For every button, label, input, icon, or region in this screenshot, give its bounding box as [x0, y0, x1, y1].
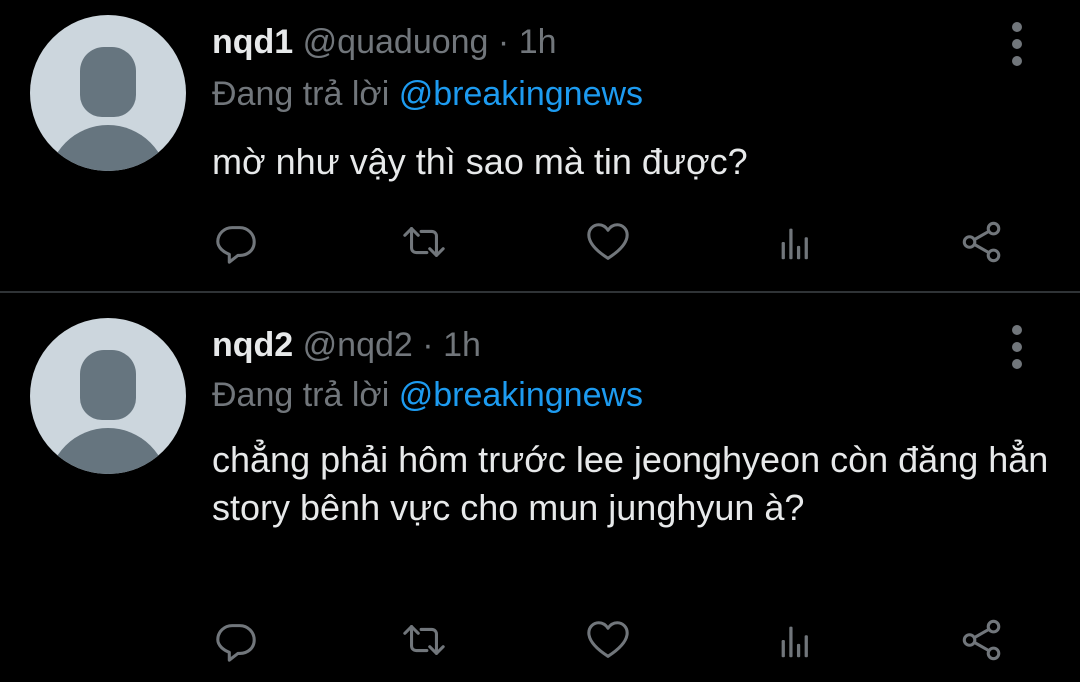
tweet[interactable]: nqd2 @nqd2 · 1h Đang trả lời @breakingne… [0, 293, 1080, 682]
more-options-icon[interactable] [1006, 22, 1028, 66]
tweet-header: nqd2 @nqd2 · 1h [212, 323, 481, 367]
views-button[interactable] [772, 615, 820, 665]
avatar-head [80, 350, 136, 420]
replying-to: Đang trả lời @breakingnews [212, 72, 643, 116]
tweet-header: nqd1 @quaduong · 1h [212, 20, 557, 64]
like-button[interactable] [584, 217, 632, 267]
avatar[interactable] [30, 318, 186, 474]
more-options-icon[interactable] [1006, 325, 1028, 369]
share-button[interactable] [958, 615, 1006, 665]
separator: · [497, 23, 510, 61]
retweet-button[interactable] [400, 217, 448, 267]
avatar[interactable] [30, 15, 186, 171]
mention-link[interactable]: @breakingnews [399, 75, 643, 113]
reply-icon [216, 226, 256, 264]
avatar-shoulders [48, 125, 168, 171]
retweet-icon [403, 625, 445, 655]
timestamp[interactable]: 1h [443, 326, 481, 364]
share-icon [962, 619, 1001, 661]
action-bar [0, 217, 1080, 267]
retweet-icon [403, 227, 445, 257]
tweet-text: chẳng phải hôm trước lee jeonghyeon còn … [212, 439, 1049, 528]
reply-prefix: Đang trả lời [212, 75, 390, 113]
like-icon [587, 223, 629, 260]
display-name[interactable]: nqd1 [212, 23, 293, 61]
avatar-shoulders [48, 428, 168, 474]
views-icon [781, 228, 808, 260]
avatar-head [80, 47, 136, 117]
tweet[interactable]: nqd1 @quaduong · 1h Đang trả lời @breaki… [0, 0, 1080, 292]
action-bar [0, 615, 1080, 665]
reply-button[interactable] [212, 217, 260, 267]
mention-link[interactable]: @breakingnews [399, 376, 643, 414]
retweet-button[interactable] [400, 615, 448, 665]
views-icon [781, 626, 808, 658]
user-handle[interactable]: @quaduong [303, 23, 489, 61]
timestamp[interactable]: 1h [519, 23, 557, 61]
replying-to: Đang trả lời @breakingnews [212, 373, 643, 417]
timeline-feed: nqd1 @quaduong · 1h Đang trả lời @breaki… [0, 0, 1080, 682]
display-name[interactable]: nqd2 [212, 326, 293, 364]
share-icon [962, 221, 1001, 263]
like-icon [587, 621, 629, 658]
like-button[interactable] [584, 615, 632, 665]
views-button[interactable] [772, 217, 820, 267]
separator: · [422, 326, 434, 364]
user-handle[interactable]: @nqd2 [303, 326, 413, 364]
share-button[interactable] [958, 217, 1006, 267]
reply-button[interactable] [212, 615, 260, 665]
reply-icon [216, 624, 256, 662]
tweet-text: mờ như vậy thì sao mà tin được? [212, 141, 748, 182]
reply-prefix: Đang trả lời [212, 376, 390, 414]
